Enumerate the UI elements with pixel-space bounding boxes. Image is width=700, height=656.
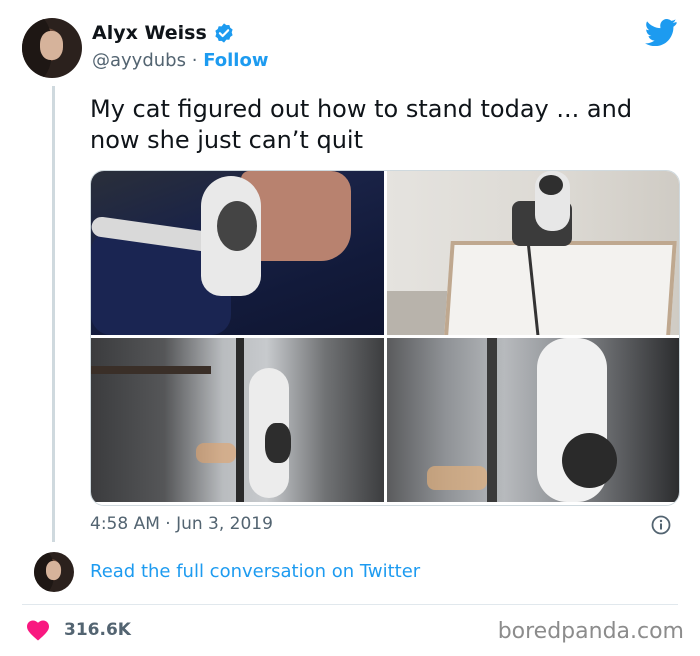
reply-avatar[interactable] [34,552,74,592]
info-icon[interactable] [651,515,671,535]
tweet-timestamp[interactable]: 4:58 AM · Jun 3, 2019 [90,514,273,534]
handle-separator: · [191,50,198,71]
author-avatar[interactable] [22,18,82,78]
heart-icon[interactable] [26,619,50,641]
media-grid[interactable] [90,170,680,506]
follow-button[interactable]: Follow [203,50,268,71]
verified-badge-icon [215,23,233,43]
divider [22,604,678,605]
like-row: 316.6K [26,619,131,641]
author-name[interactable]: Alyx Weiss [92,22,207,44]
author-handle-row: @ayydubs · Follow [92,50,268,71]
read-conversation-link[interactable]: Read the full conversation on Twitter [90,561,420,582]
tweet-text: My cat figured out how to stand today ..… [90,95,633,154]
cat-photo-window[interactable] [91,338,384,502]
watermark: boredpanda.com [497,619,684,644]
tweet-card: Alyx Weiss @ayydubs · Follow My cat figu… [0,0,700,656]
cat-photo-cabinet[interactable] [387,171,679,335]
author-handle[interactable]: @ayydubs [92,50,186,71]
twitter-bird-icon[interactable] [645,18,677,46]
author-name-row: Alyx Weiss [92,22,235,44]
cat-photo-window-closeup[interactable] [387,338,679,502]
cat-photo-couch[interactable] [91,171,384,335]
like-count: 316.6K [64,620,131,640]
thread-line [52,86,55,542]
